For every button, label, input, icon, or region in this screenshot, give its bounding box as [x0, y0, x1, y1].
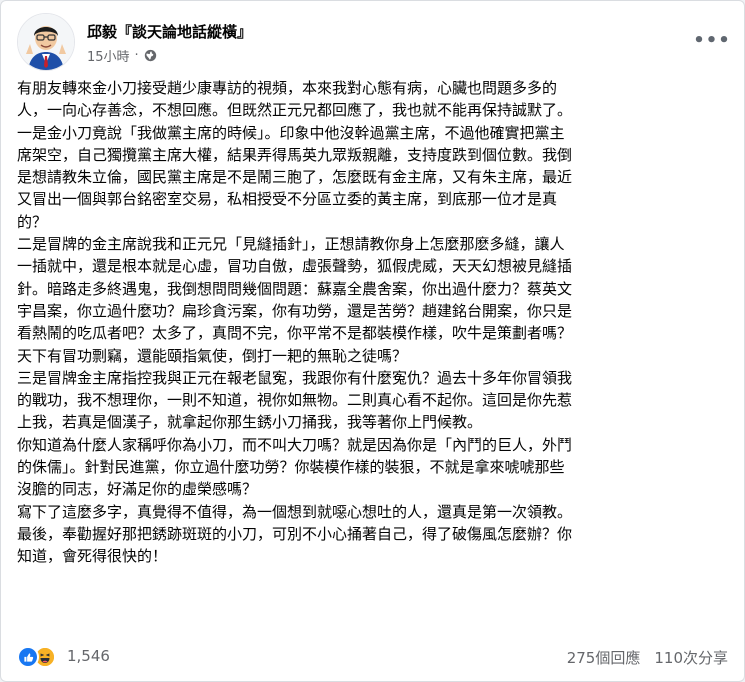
post-text-line: 的戰功，我不想理你，一則不知道，視你如無物。二則真心看不起你。這回是你先惹	[17, 391, 573, 410]
post-text-line: 宇昌案，你立過什麼功？扁珍貪污案，你有功勞，還是苦勞？趙建銘台開案，你只是	[17, 301, 573, 320]
share-count[interactable]: 110次分享	[654, 647, 728, 668]
post-text-line: 針。暗路走多終遇鬼，我倒想問問幾個問題：蘇嘉全農舍案，你出過什麼力？蔡英文	[17, 279, 573, 298]
post-timestamp[interactable]: 15小時	[87, 46, 130, 65]
post-text-line: 一插就中，還是根本就是心虛，冒功自傲，虛張聲勢，狐假虎威，天天幻想被見縫插	[17, 257, 573, 276]
post-text-line: 上我，若真是個漢子，就拿起你那生銹小刀捅我，我等著你上門候教。	[17, 413, 483, 432]
post-text-line: 看熱鬧的吃瓜者吧？太多了，真問不完，你平常不是都裝模作樣，吹牛是策劃者嗎？	[17, 324, 573, 343]
post-text-line: 人，一向心存善念，不想回應。但既然正元兄都回應了，我也就不能再保持誠默了。	[17, 101, 573, 120]
more-options-icon: •••	[693, 30, 731, 51]
author-name[interactable]: 邱毅『談天論地話縱橫』	[87, 21, 252, 42]
post-text-line: 是想請教朱立倫，國民黨主席是不是鬧三胞了，怎麼既有金主席，又有朱主席，最近	[17, 168, 573, 187]
like-icon	[17, 646, 39, 668]
post-meta: 15小時 ·	[87, 46, 157, 65]
reaction-count[interactable]: 1,546	[67, 647, 110, 665]
globe-icon[interactable]	[144, 49, 157, 62]
post-text-line: 最後，奉勸握好那把銹跡斑斑的小刀，可別不小心捅著自己，得了破傷風怎麼辦？你	[17, 524, 573, 543]
post-footer: 1,546 275個回應 110次分享	[17, 642, 728, 672]
post-text-line: 的？	[17, 212, 48, 231]
post-text-line: 的侏儒」。針對民進黨，你立過什麼功勞？你裝模作樣的裝狠，不就是拿來唬唬那些	[17, 458, 565, 477]
post-text-line: 一是金小刀竟說「我做黨主席的時候」。印象中他沒幹過黨主席，不過他確實把黨主	[17, 123, 565, 142]
more-options-button[interactable]: •••	[693, 23, 731, 59]
post-header: 邱毅『談天論地話縱橫』 15小時 · •••	[17, 13, 731, 71]
comment-count[interactable]: 275個回應	[567, 647, 641, 668]
post-text-line: 天下有冒功剽竊，還能頤指氣使，倒打一耙的無恥之徒嗎？	[17, 346, 408, 365]
post-body-text: 有朋友轉來金小刀接受趙少康專訪的視頻，本來我對心態有病，心臟也問題多多的 人，一向…	[17, 77, 723, 568]
post-text-line: 沒膽的同志，好滿足你的虛榮感嗎？	[17, 480, 258, 499]
post-text-line: 寫下了這麼多字，真覺得不值得，為一個想到就噁心想吐的人，還真是第一次領教。	[17, 502, 573, 521]
author-avatar[interactable]	[17, 13, 75, 71]
reaction-icons[interactable]	[17, 646, 56, 668]
meta-separator: ·	[134, 48, 139, 63]
post-card: 邱毅『談天論地話縱橫』 15小時 · ••• 有朋友轉來金小刀接受趙少康專訪的視…	[0, 0, 745, 682]
post-text-line: 知道，會死得很快的！	[17, 547, 168, 566]
post-text-line: 二是冒牌的金主席說我和正元兄「見縫插針」，正想請教你身上怎麼那麽多縫，讓人	[17, 235, 565, 254]
post-text-line: 席架空，自己獨攬黨主席大權，結果弄得馬英九眾叛親離，支持度跌到個位數。我倒	[17, 145, 573, 164]
post-text-line: 三是冒牌金主席指控我與正元在報老鼠寃，我跟你有什麼寃仇？過去十多年你冒領我	[17, 368, 573, 387]
avatar-portrait-image	[18, 14, 74, 70]
post-text-line: 有朋友轉來金小刀接受趙少康專訪的視頻，本來我對心態有病，心臟也問題多多的	[17, 79, 558, 97]
post-text-line: 你知道為什麼人家稱呼你為小刀，而不叫大刀嗎？就是因為你是「內鬥的巨人，外鬥	[17, 435, 573, 454]
engagement-stats: 275個回應 110次分享	[567, 647, 728, 668]
post-text-line: 又冒出一個與郭台銘密室交易，私相授受不分區立委的黃主席，到底那一位才是真	[17, 190, 558, 209]
